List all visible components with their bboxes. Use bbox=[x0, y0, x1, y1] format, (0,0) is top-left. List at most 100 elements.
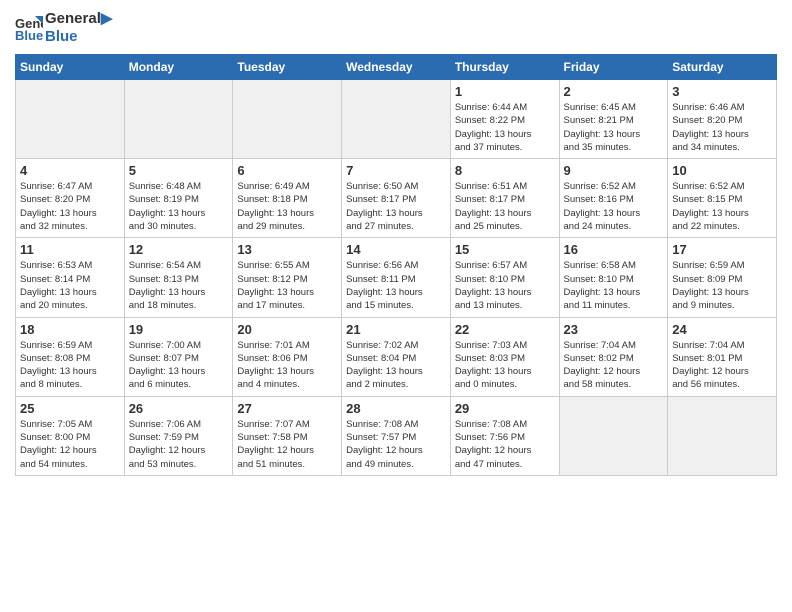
calendar-cell: 9 Sunrise: 6:52 AM Sunset: 8:16 PM Daylig… bbox=[559, 159, 668, 238]
day-number: 3 bbox=[672, 84, 772, 99]
day-number: 10 bbox=[672, 163, 772, 178]
day-number: 1 bbox=[455, 84, 555, 99]
calendar-cell: 4Sunrise: 6:47 AM Sunset: 8:20 PM Daylig… bbox=[16, 159, 125, 238]
calendar-cell: 13Sunrise: 6:55 AM Sunset: 8:12 PM Dayli… bbox=[233, 238, 342, 317]
day-info: Sunrise: 6:59 AM Sunset: 8:08 PM Dayligh… bbox=[20, 339, 120, 392]
calendar-cell: 23 Sunrise: 7:04 AM Sunset: 8:02 PM Dayli… bbox=[559, 317, 668, 396]
calendar-week-4: 18 Sunrise: 6:59 AM Sunset: 8:08 PM Dayli… bbox=[16, 317, 777, 396]
day-number: 14 bbox=[346, 242, 446, 257]
logo-icon: General Blue bbox=[15, 14, 43, 42]
day-info: Sunrise: 6:57 AM Sunset: 8:10 PM Dayligh… bbox=[455, 259, 555, 312]
calendar-cell: 28 Sunrise: 7:08 AM Sunset: 7:57 PM Dayli… bbox=[342, 396, 451, 475]
day-info: Sunrise: 6:45 AM Sunset: 8:21 PM Dayligh… bbox=[564, 101, 664, 154]
calendar-table: SundayMondayTuesdayWednesdayThursdayFrid… bbox=[15, 54, 777, 476]
day-info: Sunrise: 6:51 AM Sunset: 8:17 PM Dayligh… bbox=[455, 180, 555, 233]
day-number: 12 bbox=[129, 242, 229, 257]
calendar-cell: 3 Sunrise: 6:46 AM Sunset: 8:20 PM Daylig… bbox=[668, 80, 777, 159]
day-info: Sunrise: 6:52 AM Sunset: 8:16 PM Dayligh… bbox=[564, 180, 664, 233]
day-info: Sunrise: 7:02 AM Sunset: 8:04 PM Dayligh… bbox=[346, 339, 446, 392]
day-number: 9 bbox=[564, 163, 664, 178]
calendar-week-2: 4Sunrise: 6:47 AM Sunset: 8:20 PM Daylig… bbox=[16, 159, 777, 238]
day-number: 23 bbox=[564, 322, 664, 337]
logo-blue: Blue bbox=[45, 28, 112, 46]
day-info: Sunrise: 7:05 AM Sunset: 8:00 PM Dayligh… bbox=[20, 418, 120, 471]
calendar-cell: 17 Sunrise: 6:59 AM Sunset: 8:09 PM Dayli… bbox=[668, 238, 777, 317]
calendar-cell: 27Sunrise: 7:07 AM Sunset: 7:58 PM Dayli… bbox=[233, 396, 342, 475]
day-number: 26 bbox=[129, 401, 229, 416]
calendar-cell: 19 Sunrise: 7:00 AM Sunset: 8:07 PM Dayli… bbox=[124, 317, 233, 396]
day-info: Sunrise: 6:58 AM Sunset: 8:10 PM Dayligh… bbox=[564, 259, 664, 312]
day-number: 11 bbox=[20, 242, 120, 257]
calendar-cell: 21Sunrise: 7:02 AM Sunset: 8:04 PM Dayli… bbox=[342, 317, 451, 396]
calendar-cell bbox=[668, 396, 777, 475]
day-info: Sunrise: 6:46 AM Sunset: 8:20 PM Dayligh… bbox=[672, 101, 772, 154]
calendar-cell: 2 Sunrise: 6:45 AM Sunset: 8:21 PM Daylig… bbox=[559, 80, 668, 159]
calendar-week-1: 1 Sunrise: 6:44 AM Sunset: 8:22 PM Daylig… bbox=[16, 80, 777, 159]
day-header-thursday: Thursday bbox=[450, 55, 559, 80]
calendar-cell: 14 Sunrise: 6:56 AM Sunset: 8:11 PM Dayli… bbox=[342, 238, 451, 317]
day-info: Sunrise: 7:04 AM Sunset: 8:02 PM Dayligh… bbox=[564, 339, 664, 392]
calendar-cell: 18 Sunrise: 6:59 AM Sunset: 8:08 PM Dayli… bbox=[16, 317, 125, 396]
header: General Blue General▶ Blue bbox=[15, 10, 777, 46]
calendar-body: 1 Sunrise: 6:44 AM Sunset: 8:22 PM Daylig… bbox=[16, 80, 777, 476]
day-number: 2 bbox=[564, 84, 664, 99]
day-info: Sunrise: 7:00 AM Sunset: 8:07 PM Dayligh… bbox=[129, 339, 229, 392]
calendar-cell: 10 Sunrise: 6:52 AM Sunset: 8:15 PM Dayli… bbox=[668, 159, 777, 238]
day-number: 28 bbox=[346, 401, 446, 416]
calendar-cell bbox=[559, 396, 668, 475]
calendar-cell: 1 Sunrise: 6:44 AM Sunset: 8:22 PM Daylig… bbox=[450, 80, 559, 159]
day-header-friday: Friday bbox=[559, 55, 668, 80]
day-header-wednesday: Wednesday bbox=[342, 55, 451, 80]
calendar-cell: 24Sunrise: 7:04 AM Sunset: 8:01 PM Dayli… bbox=[668, 317, 777, 396]
day-info: Sunrise: 6:54 AM Sunset: 8:13 PM Dayligh… bbox=[129, 259, 229, 312]
day-number: 29 bbox=[455, 401, 555, 416]
calendar-week-5: 25 Sunrise: 7:05 AM Sunset: 8:00 PM Dayli… bbox=[16, 396, 777, 475]
day-number: 15 bbox=[455, 242, 555, 257]
day-info: Sunrise: 7:06 AM Sunset: 7:59 PM Dayligh… bbox=[129, 418, 229, 471]
day-header-saturday: Saturday bbox=[668, 55, 777, 80]
calendar-cell: 15 Sunrise: 6:57 AM Sunset: 8:10 PM Dayli… bbox=[450, 238, 559, 317]
day-number: 17 bbox=[672, 242, 772, 257]
calendar-cell: 7Sunrise: 6:50 AM Sunset: 8:17 PM Daylig… bbox=[342, 159, 451, 238]
day-number: 5 bbox=[129, 163, 229, 178]
day-info: Sunrise: 7:03 AM Sunset: 8:03 PM Dayligh… bbox=[455, 339, 555, 392]
day-number: 16 bbox=[564, 242, 664, 257]
svg-text:Blue: Blue bbox=[15, 28, 43, 42]
calendar-week-3: 11 Sunrise: 6:53 AM Sunset: 8:14 PM Dayli… bbox=[16, 238, 777, 317]
day-info: Sunrise: 6:53 AM Sunset: 8:14 PM Dayligh… bbox=[20, 259, 120, 312]
day-number: 7 bbox=[346, 163, 446, 178]
day-number: 18 bbox=[20, 322, 120, 337]
calendar-cell bbox=[342, 80, 451, 159]
calendar-cell: 29 Sunrise: 7:08 AM Sunset: 7:56 PM Dayli… bbox=[450, 396, 559, 475]
calendar-cell bbox=[16, 80, 125, 159]
calendar-cell: 12 Sunrise: 6:54 AM Sunset: 8:13 PM Dayli… bbox=[124, 238, 233, 317]
calendar-cell: 5 Sunrise: 6:48 AM Sunset: 8:19 PM Daylig… bbox=[124, 159, 233, 238]
day-number: 8 bbox=[455, 163, 555, 178]
day-info: Sunrise: 6:55 AM Sunset: 8:12 PM Dayligh… bbox=[237, 259, 337, 312]
day-number: 19 bbox=[129, 322, 229, 337]
day-number: 20 bbox=[237, 322, 337, 337]
day-info: Sunrise: 6:59 AM Sunset: 8:09 PM Dayligh… bbox=[672, 259, 772, 312]
day-info: Sunrise: 7:08 AM Sunset: 7:57 PM Dayligh… bbox=[346, 418, 446, 471]
day-info: Sunrise: 6:52 AM Sunset: 8:15 PM Dayligh… bbox=[672, 180, 772, 233]
day-info: Sunrise: 6:44 AM Sunset: 8:22 PM Dayligh… bbox=[455, 101, 555, 154]
calendar-cell bbox=[124, 80, 233, 159]
logo: General Blue General▶ Blue bbox=[15, 10, 112, 46]
day-info: Sunrise: 7:04 AM Sunset: 8:01 PM Dayligh… bbox=[672, 339, 772, 392]
day-info: Sunrise: 6:48 AM Sunset: 8:19 PM Dayligh… bbox=[129, 180, 229, 233]
day-info: Sunrise: 7:07 AM Sunset: 7:58 PM Dayligh… bbox=[237, 418, 337, 471]
day-info: Sunrise: 7:08 AM Sunset: 7:56 PM Dayligh… bbox=[455, 418, 555, 471]
day-header-sunday: Sunday bbox=[16, 55, 125, 80]
logo-text: General▶ bbox=[45, 10, 112, 28]
day-info: Sunrise: 6:49 AM Sunset: 8:18 PM Dayligh… bbox=[237, 180, 337, 233]
calendar-cell: 20Sunrise: 7:01 AM Sunset: 8:06 PM Dayli… bbox=[233, 317, 342, 396]
calendar-cell: 22Sunrise: 7:03 AM Sunset: 8:03 PM Dayli… bbox=[450, 317, 559, 396]
day-number: 25 bbox=[20, 401, 120, 416]
calendar-cell bbox=[233, 80, 342, 159]
day-info: Sunrise: 6:56 AM Sunset: 8:11 PM Dayligh… bbox=[346, 259, 446, 312]
calendar-cell: 8 Sunrise: 6:51 AM Sunset: 8:17 PM Daylig… bbox=[450, 159, 559, 238]
day-info: Sunrise: 6:47 AM Sunset: 8:20 PM Dayligh… bbox=[20, 180, 120, 233]
day-header-tuesday: Tuesday bbox=[233, 55, 342, 80]
calendar-cell: 16 Sunrise: 6:58 AM Sunset: 8:10 PM Dayli… bbox=[559, 238, 668, 317]
calendar-cell: 26 Sunrise: 7:06 AM Sunset: 7:59 PM Dayli… bbox=[124, 396, 233, 475]
